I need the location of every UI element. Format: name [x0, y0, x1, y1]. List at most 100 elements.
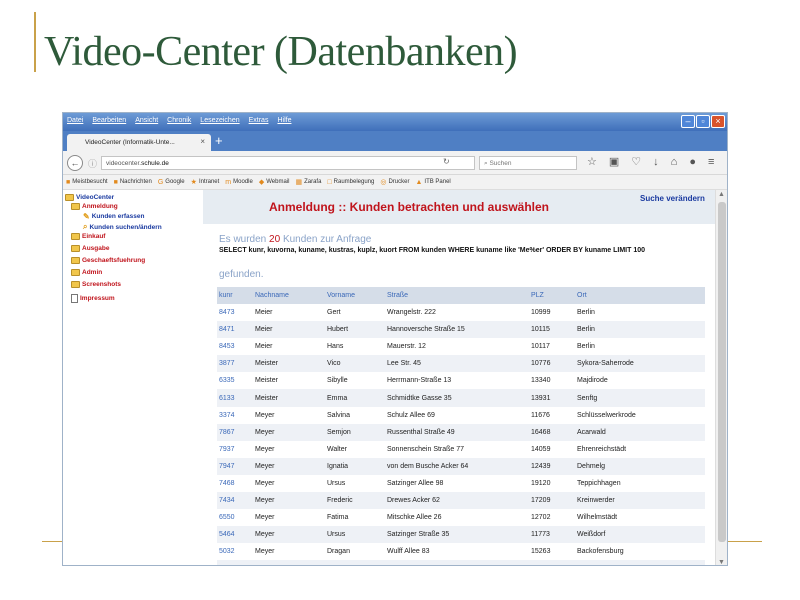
- nav-item-impressum[interactable]: Impressum: [71, 294, 115, 303]
- bookmark-nachrichten[interactable]: ■ Nachrichten: [114, 179, 152, 186]
- cell-kunr[interactable]: 8453: [217, 338, 253, 355]
- nav-item-ausgabe[interactable]: Ausgabe: [71, 245, 109, 252]
- nav-item-geschaeftsfuehrung[interactable]: Geschaeftsfuehrung: [71, 257, 145, 264]
- menu-lesezeichen[interactable]: Lesezeichen: [200, 117, 239, 124]
- column-ort[interactable]: Ort: [575, 287, 705, 304]
- table-row[interactable]: 6550 Meyer Fatima Mitschke Allee 26 12702 Wil…: [217, 509, 705, 526]
- bookmark-moodle[interactable]: m Moodle: [225, 179, 253, 186]
- found-label: gefunden.: [219, 269, 264, 280]
- column-vorname[interactable]: Vorname: [325, 287, 385, 304]
- bookmark-raumbelegung[interactable]: □ Raumbelegung: [327, 179, 374, 186]
- minimize-button[interactable]: –: [681, 115, 695, 128]
- bookmark-zarafa[interactable]: ▦ Zarafa: [295, 178, 321, 186]
- table-row[interactable]: 8473 Meier Gert Wrangelstr. 222 10999 Berlin: [217, 304, 705, 321]
- reload-icon[interactable]: ↻: [443, 157, 450, 166]
- search-input[interactable]: ⌕ Suchen: [479, 156, 577, 170]
- table-row[interactable]: 3374 Meyer Salvina Schulz Allee 69 11676 Schl…: [217, 407, 705, 424]
- cell-nachname: Meyer: [255, 548, 275, 556]
- table-row[interactable]: 5032 Meyer Dragan Wulff Allee 83 15263 Backof…: [217, 543, 705, 560]
- table-row[interactable]: 6335 Meister Sibylle Herrmann-Straße 13 1334…: [217, 372, 705, 389]
- zarafa-icon: ▦: [295, 179, 303, 186]
- column-kunr[interactable]: kunr: [217, 287, 253, 304]
- folder-icon: [71, 257, 80, 264]
- back-button[interactable]: ←: [67, 155, 83, 171]
- cell-strasse: Mitschke Allee 26: [387, 514, 442, 522]
- menu-ansicht[interactable]: Ansicht: [135, 117, 158, 124]
- nav-item-kunden-suchen[interactable]: ⌕ Kunden suchen/ändern: [83, 222, 162, 232]
- bookmark-star-icon[interactable]: ☆: [587, 155, 597, 169]
- cell-kunr[interactable]: 5464: [217, 526, 253, 544]
- table-row[interactable]: 5464 Meyer Ursus Satzinger Straße 35 11773 We…: [217, 526, 705, 544]
- cell-nachname: Meyer: [255, 445, 275, 453]
- table-row[interactable]: 6133 Meister Emma Schmidtke Gasse 35 13931 Se…: [217, 389, 705, 407]
- table-row[interactable]: 8471 Meier Hubert Hannoversche Straße 15 101…: [217, 321, 705, 339]
- site-info-icon[interactable]: ⓘ: [88, 157, 97, 170]
- cell-vorname: Emma: [325, 389, 385, 407]
- cell-kunr[interactable]: 4485: [217, 560, 253, 565]
- menu-hilfe[interactable]: Hilfe: [277, 117, 291, 124]
- scroll-thumb[interactable]: [718, 202, 726, 542]
- bookmark-webmail[interactable]: ◆ Webmail: [259, 178, 290, 186]
- new-tab-button[interactable]: +: [215, 134, 223, 147]
- column-plz[interactable]: PLZ: [529, 287, 575, 304]
- table-row[interactable]: 7434 Meyer Frederic Drewes Acker 62 17209 Kre…: [217, 492, 705, 510]
- nav-item-anmeldung[interactable]: Anmeldung: [71, 203, 118, 210]
- pencil-icon: ✎: [83, 212, 90, 221]
- menu-datei[interactable]: Datei: [67, 117, 83, 124]
- cell-kunr[interactable]: 5032: [217, 543, 253, 560]
- pocket-icon[interactable]: ♡: [631, 155, 641, 169]
- nav-item-kunden-erfassen[interactable]: ✎ Kunden erfassen: [83, 212, 144, 221]
- cell-vorname: Ignatia: [325, 457, 385, 475]
- cell-kunr[interactable]: 8473: [217, 304, 253, 321]
- scroll-down-icon[interactable]: ▼: [718, 559, 725, 565]
- cell-kunr[interactable]: 7434: [217, 492, 253, 510]
- table-row[interactable]: 7947 Meyer Ignatia von dem Busche Acker 64 1…: [217, 457, 705, 475]
- table-row[interactable]: 8453 Meier Hans Mauerstr. 12 10117 Berlin: [217, 338, 705, 355]
- home-icon[interactable]: ⌂: [671, 155, 678, 169]
- search-placeholder: Suchen: [489, 160, 512, 167]
- column-strasse[interactable]: Straße: [385, 287, 529, 304]
- url-field[interactable]: videocenter.schule.de: [101, 156, 475, 170]
- table-row[interactable]: 7867 Meyer Semjon Russenthal Straße 49 16468…: [217, 423, 705, 441]
- column-nachname[interactable]: Nachname: [253, 287, 325, 304]
- folder-icon: [71, 233, 80, 240]
- bookmark-intranet[interactable]: ★ Intranet: [191, 178, 220, 186]
- vertical-scrollbar[interactable]: ▲ ▼: [715, 190, 727, 565]
- nav-item-videocenter[interactable]: VideoCenter: [65, 194, 114, 201]
- cell-kunr[interactable]: 8471: [217, 321, 253, 339]
- cell-kunr[interactable]: 6133: [217, 389, 253, 407]
- bookmark-itb-panel[interactable]: ▲ ITB Panel: [415, 179, 450, 186]
- maximize-button[interactable]: ▫: [696, 115, 710, 128]
- download-icon[interactable]: ↓: [653, 155, 659, 169]
- browser-tab[interactable]: VideoCenter (Informatik-Unte... ×: [67, 134, 211, 151]
- hamburger-menu-icon[interactable]: ≡: [708, 155, 714, 169]
- bookmark-meistbesucht[interactable]: ■ Meistbesucht: [66, 179, 108, 186]
- menu-chronik[interactable]: Chronik: [167, 117, 191, 124]
- cell-kunr[interactable]: 3877: [217, 355, 253, 373]
- table-row[interactable]: 4485MeyerJelenaHornig Gasse 6319038Bunts…: [217, 560, 705, 565]
- menu-extras[interactable]: Extras: [249, 117, 269, 124]
- cell-kunr[interactable]: 7937: [217, 441, 253, 458]
- cell-kunr[interactable]: 7947: [217, 457, 253, 475]
- tab-close-icon[interactable]: ×: [200, 137, 205, 146]
- cell-kunr[interactable]: 7468: [217, 475, 253, 492]
- close-window-button[interactable]: ×: [711, 115, 725, 128]
- suche-veraendern-link[interactable]: Suche verändern: [640, 194, 710, 203]
- table-row[interactable]: 3877 Meister Vico Lee Str. 45 10776 Sykora-Sa…: [217, 355, 705, 373]
- nav-item-einkauf[interactable]: Einkauf: [71, 233, 105, 240]
- menu-bearbeiten[interactable]: Bearbeiten: [92, 117, 126, 124]
- clipboard-icon[interactable]: ▣: [609, 155, 619, 169]
- table-row[interactable]: 7937 Meyer Walter Sonnenschein Straße 77 140…: [217, 441, 705, 458]
- bookmark-google[interactable]: G Google: [158, 179, 185, 186]
- cell-kunr[interactable]: 3374: [217, 407, 253, 424]
- cell-vorname: Sibylle: [327, 377, 348, 385]
- chat-icon[interactable]: ●: [689, 155, 696, 169]
- cell-kunr[interactable]: 6550: [217, 509, 253, 526]
- cell-kunr[interactable]: 6335: [217, 372, 253, 389]
- table-row[interactable]: 7468 Meyer Ursus Satzinger Allee 98 19120 Tep…: [217, 475, 705, 492]
- nav-item-admin[interactable]: Admin: [71, 269, 102, 276]
- bookmark-drucker[interactable]: ◎ Drucker: [380, 178, 409, 186]
- nav-item-screenshots[interactable]: Screenshots: [71, 281, 121, 288]
- cell-kunr[interactable]: 7867: [217, 423, 253, 441]
- scroll-up-icon[interactable]: ▲: [718, 191, 725, 198]
